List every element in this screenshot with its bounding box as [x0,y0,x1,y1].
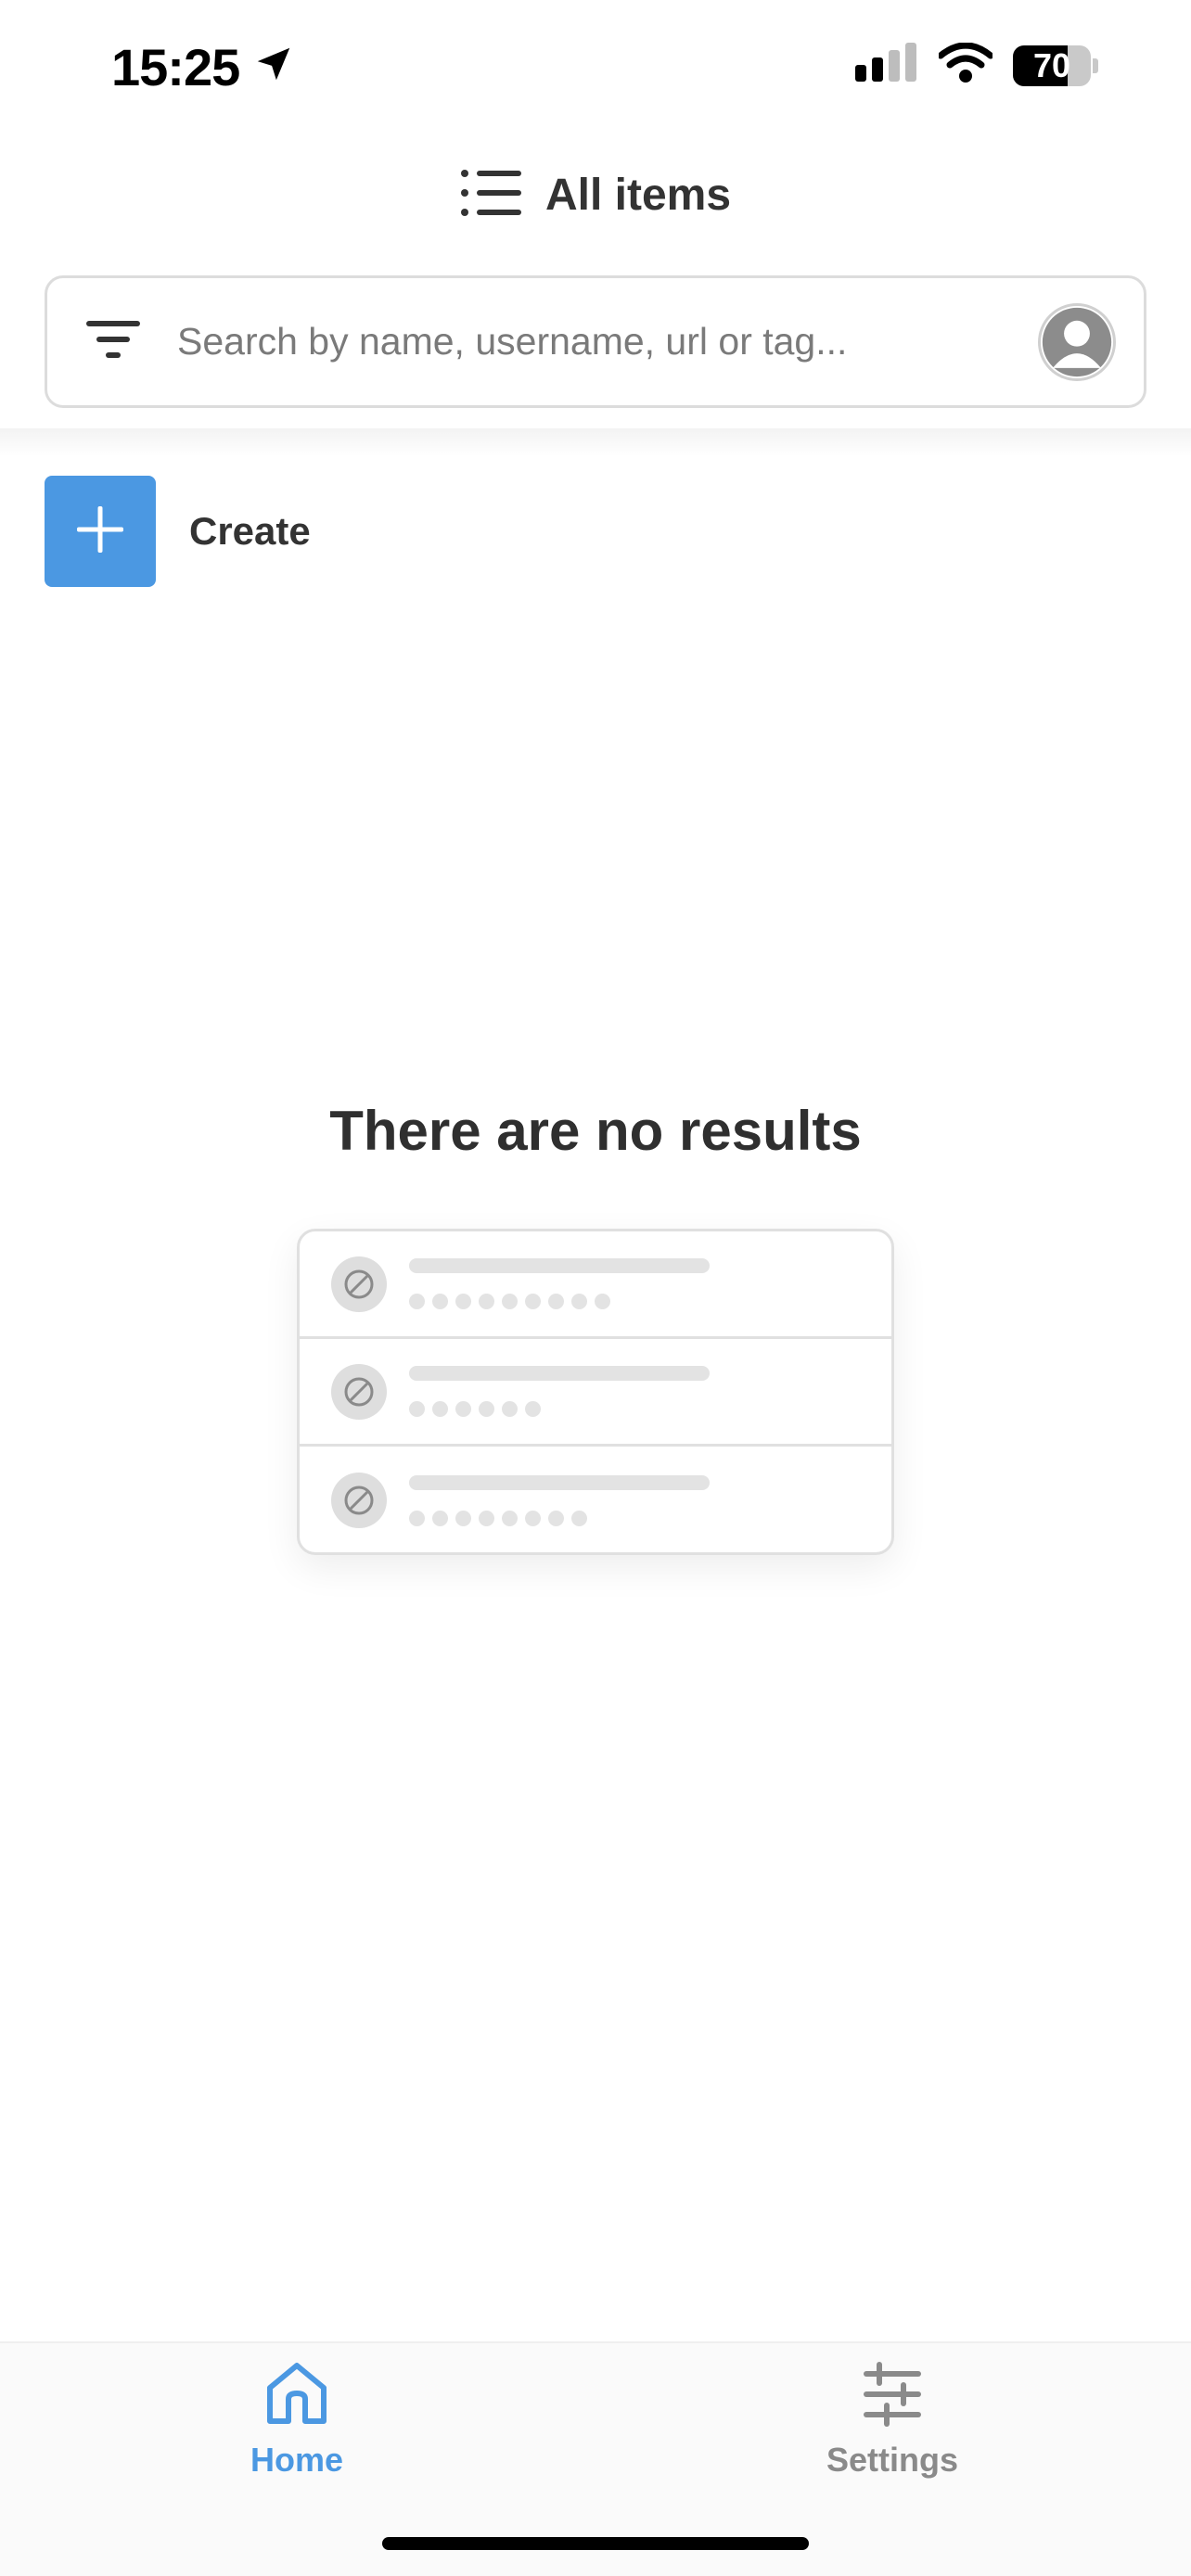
signal-icon [855,43,918,88]
placeholder-bar [409,1258,710,1273]
home-icon [264,2360,329,2431]
placeholder-dots [409,1510,710,1526]
placeholder-dots [409,1294,710,1309]
blocked-icon [331,1363,387,1420]
sliders-icon [862,2360,923,2431]
placeholder-lines [409,1366,710,1417]
battery-level: 70 [1032,45,1071,84]
battery-icon: 70 [1013,45,1098,86]
search-input[interactable] [177,320,1038,363]
wifi-icon [937,42,994,88]
empty-state-title: There are no results [329,1100,862,1162]
tab-home[interactable]: Home [176,2360,417,2480]
header-divider [0,428,1191,456]
page-header: All items [0,158,1191,232]
placeholder-lines [409,1258,710,1309]
tab-home-label: Home [250,2441,344,2479]
create-button[interactable] [45,476,156,587]
page-title[interactable]: All items [545,170,731,221]
filter-icon[interactable] [86,319,140,364]
placeholder-row [300,1231,891,1339]
placeholder-row [300,1447,891,1552]
tab-settings-label: Settings [826,2441,958,2479]
search-bar [45,275,1146,408]
plus-icon [77,505,123,557]
create-row[interactable]: Create [45,476,311,587]
user-avatar-icon[interactable] [1038,302,1116,381]
blocked-icon [331,1473,387,1528]
blocked-icon [331,1256,387,1312]
battery-body: 70 [1013,45,1091,86]
placeholder-bar [409,1474,710,1490]
status-time-group: 15:25 [111,37,295,97]
placeholder-lines [409,1474,710,1526]
create-label[interactable]: Create [189,509,311,554]
battery-cap [1093,57,1098,73]
tab-settings[interactable]: Settings [772,2360,1013,2480]
placeholder-bar [409,1366,710,1381]
status-icons: 70 [855,42,1098,88]
status-bar: 15:25 70 [0,0,1191,139]
list-icon[interactable] [460,168,521,223]
placeholder-dots [409,1401,710,1417]
location-arrow-icon [252,37,295,97]
status-time: 15:25 [111,38,240,96]
empty-state-illustration [297,1229,894,1555]
placeholder-row [300,1339,891,1447]
home-indicator [382,2537,809,2550]
